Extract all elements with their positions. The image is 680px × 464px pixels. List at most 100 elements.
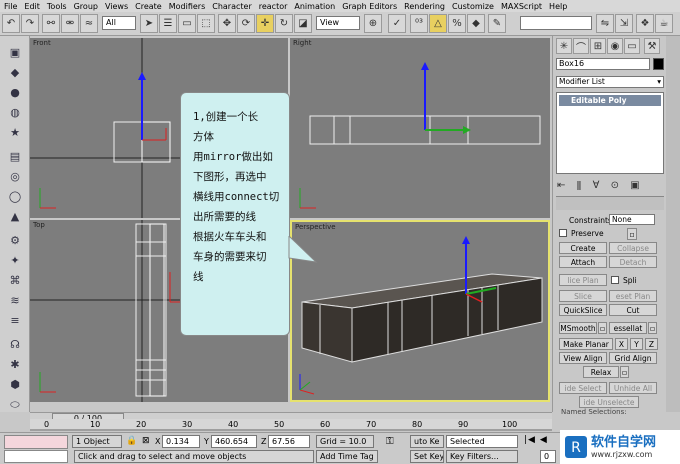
create-helper-icon[interactable]: ⚙ [6,232,24,249]
rotate-icon[interactable]: ↻ [275,14,293,33]
mirror-icon[interactable]: ⇋ [596,14,614,33]
hierarchy-tab-icon[interactable]: ⊞ [590,38,606,54]
select-by-name-icon[interactable]: ☰ [159,14,177,33]
key-mode-dropdown[interactable]: Selected [446,435,518,448]
display-tab-icon[interactable]: ▭ [624,38,640,54]
object-color-swatch[interactable] [653,58,664,70]
menu-character[interactable]: Character [212,2,252,11]
selection-filter-dropdown[interactable]: All [102,16,136,30]
viewport-right[interactable]: Right [290,38,550,218]
key-filters-button[interactable]: Key Filters... [446,450,518,463]
create-text-icon[interactable]: ≋ [6,292,24,309]
create-capsule-icon[interactable]: ⬭ [6,396,24,413]
tessellate-settings-button[interactable]: ▫ [648,322,657,334]
create-particle-icon[interactable]: ✱ [6,356,24,373]
planar-z-button[interactable]: Z [645,338,658,350]
tessellate-button[interactable]: essellat [609,322,647,334]
create-system-icon[interactable]: ⌘ [6,272,24,289]
unhide-all-button[interactable]: Unhide All [609,382,657,394]
undo-icon[interactable]: ↶ [2,14,20,33]
menu-maxscript[interactable]: MAXScript [501,2,542,11]
create-box-icon[interactable]: ▣ [6,44,24,61]
add-time-tag-button[interactable]: Add Time Tag [316,450,378,463]
relax-button[interactable]: Relax [583,366,619,378]
menu-rendering[interactable]: Rendering [404,2,445,11]
menu-views[interactable]: Views [105,2,128,11]
select-scale-icon[interactable]: ✛ [256,14,274,33]
x-coordinate-field[interactable]: 0.134 [162,435,200,448]
create-cylinder-icon[interactable]: ◎ [6,168,24,185]
hide-selected-button[interactable]: ide Select [559,382,607,394]
link-icon[interactable]: ⚯ [42,14,60,33]
reference-coordinate-dropdown[interactable]: View [316,16,360,30]
select-object-icon[interactable]: ➤ [140,14,158,33]
scale-icon[interactable]: ◪ [294,14,312,33]
menu-group[interactable]: Group [74,2,98,11]
menu-edit[interactable]: Edit [24,2,40,11]
menu-graph-editors[interactable]: Graph Editors [342,2,397,11]
select-move-icon[interactable]: ✥ [218,14,236,33]
bind-spacewarp-icon[interactable]: ≈ [80,14,98,33]
menu-animation[interactable]: Animation [294,2,335,11]
lock-icon[interactable]: 🔒 [126,436,137,446]
utilities-tab-icon[interactable]: ⚒ [644,38,660,54]
absolute-mode-icon[interactable]: ⊠ [142,436,150,446]
msmooth-button[interactable]: MSmooth [559,322,597,334]
create-plane-icon[interactable]: ≡ [6,312,24,329]
constraints-dropdown[interactable]: None [609,214,655,225]
spinner-snap-icon[interactable]: ◆ [467,14,485,33]
create-shape-icon[interactable]: ◆ [6,64,24,81]
align-icon[interactable]: ⇲ [615,14,633,33]
attach-button[interactable]: Attach [559,256,607,268]
planar-x-button[interactable]: X [615,338,628,350]
reset-plane-button[interactable]: eset Plan [609,290,657,302]
playback-controls[interactable]: |◀ ◀ [524,435,548,445]
modifier-list-dropdown[interactable]: Modifier List ▾ [556,76,664,88]
stack-item-editable-poly[interactable]: Editable Poly [559,95,661,106]
z-coordinate-field[interactable]: 67.56 [268,435,310,448]
set-key-button[interactable]: Set Key [410,450,444,463]
redo-icon[interactable]: ↷ [21,14,39,33]
detach-button[interactable]: Detach [609,256,657,268]
select-manipulate-icon[interactable]: ✓ [388,14,406,33]
edit-named-selection-icon[interactable]: ✎ [488,14,506,33]
current-frame-field[interactable]: 0 [540,450,556,463]
menu-customize[interactable]: Customize [452,2,494,11]
motion-tab-icon[interactable]: ◉ [607,38,623,54]
track-bar[interactable]: 0 10 20 30 40 50 60 70 80 90 100 [30,419,552,431]
snap-3d-icon[interactable]: ⁰³ [410,14,428,33]
menu-tools[interactable]: Tools [47,2,67,11]
msmooth-settings-button[interactable]: ▫ [598,322,607,334]
create-camera-icon[interactable]: ☊ [6,336,24,353]
menu-help[interactable]: Help [549,2,567,11]
create-pyramid-icon[interactable]: ⬢ [6,376,24,393]
pivot-center-icon[interactable]: ⊕ [364,14,382,33]
create-spacewarp-icon[interactable]: ✦ [6,252,24,269]
relax-settings-button[interactable]: ▫ [620,366,629,378]
quick-render-icon[interactable]: ☕ [655,14,673,33]
make-planar-button[interactable]: Make Planar [559,338,613,350]
modify-tab-icon[interactable]: ⌒ [573,38,589,54]
create-torus-icon[interactable]: ◯ [6,188,24,205]
menu-create[interactable]: Create [135,2,162,11]
collapse-button[interactable]: Collapse [609,242,657,254]
create-tube-icon[interactable]: ▤ [6,148,24,165]
preserve-checkbox[interactable] [559,229,567,237]
create-button[interactable]: Create [559,242,607,254]
maxscript-listener-field[interactable] [4,435,68,449]
key-icon[interactable]: ⚿ [386,436,394,447]
select-rotate-icon[interactable]: ⟳ [237,14,255,33]
hide-unselected-button[interactable]: ide Unselecte [579,396,639,408]
menu-reactor[interactable]: reactor [259,2,288,11]
y-coordinate-field[interactable]: 460.654 [211,435,257,448]
object-name-field[interactable]: Box16 [556,58,650,70]
create-geosphere-icon[interactable]: ◍ [6,104,24,121]
create-cone-icon[interactable]: ▲ [6,208,24,225]
preserve-settings-button[interactable]: ▫ [627,228,637,240]
slice-button[interactable]: Slice [559,290,607,302]
view-align-button[interactable]: View Align [559,352,607,364]
angle-snap-icon[interactable]: △ [429,14,447,33]
planar-y-button[interactable]: Y [630,338,643,350]
unlink-icon[interactable]: ⚮ [61,14,79,33]
stack-controls[interactable]: ⇤ ǁ ∀ ⊙ ▣ [557,180,644,191]
